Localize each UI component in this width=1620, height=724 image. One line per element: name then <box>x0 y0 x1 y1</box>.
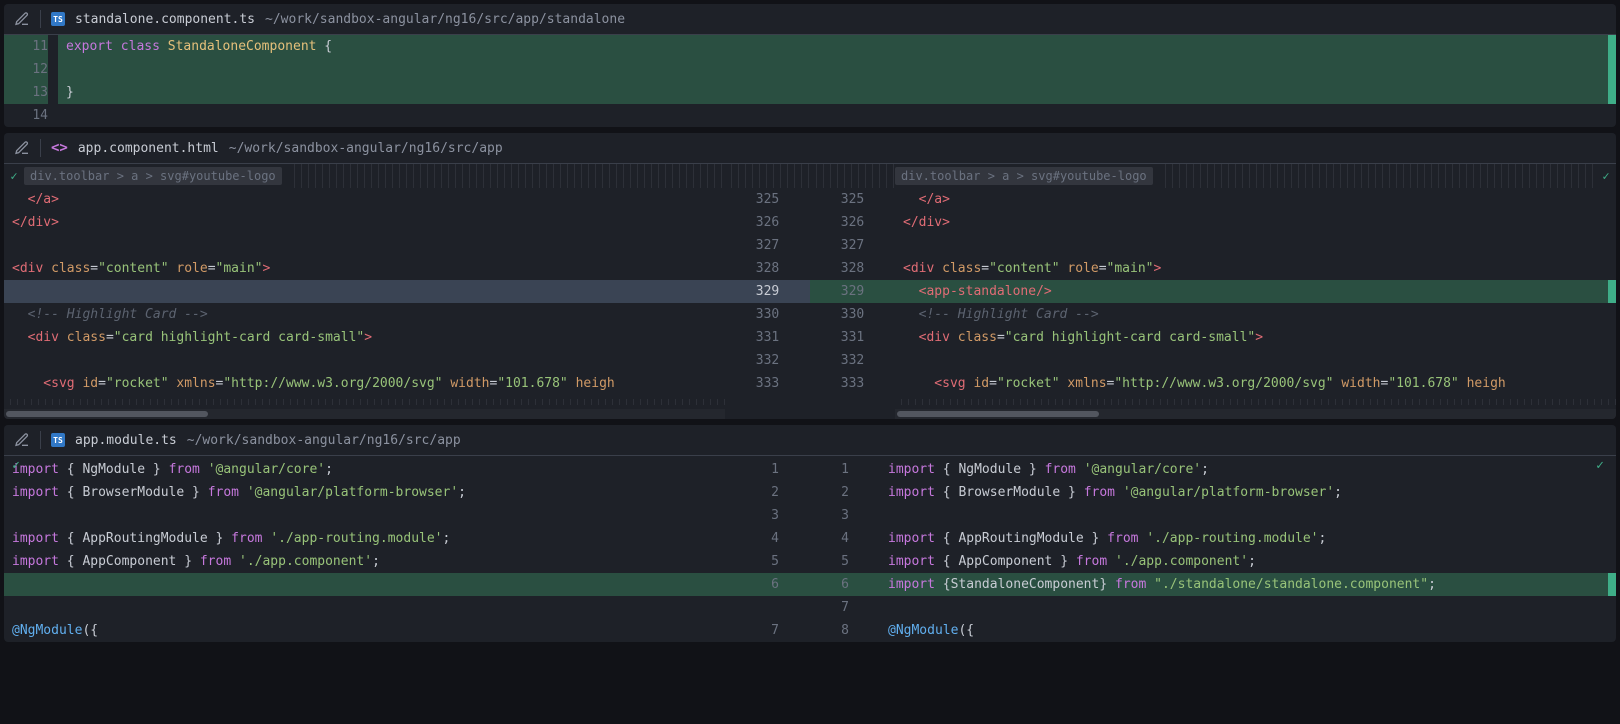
breadcrumb[interactable]: div.toolbar > a > svg#youtube-logo <box>24 167 282 185</box>
fold-indicator <box>288 164 725 188</box>
pencil-icon[interactable] <box>14 432 30 448</box>
diff-left: ✓ div.toolbar > a > svg#youtube-logo </a… <box>4 164 725 419</box>
diff-marker <box>1608 280 1616 303</box>
diff-marker <box>1608 573 1616 596</box>
file-path: ~/work/sandbox-angular/ng16/src/app <box>187 433 461 448</box>
fold-indicator <box>895 399 1616 405</box>
code-editor[interactable]: 11 12 13 14 export class StandaloneCompo… <box>4 35 1616 127</box>
diff-view[interactable]: ✓ div.toolbar > a > svg#youtube-logo </a… <box>4 164 1616 419</box>
check-icon: ✓ <box>4 169 24 183</box>
file-header: <> app.component.html ~/work/sandbox-ang… <box>4 133 1616 164</box>
check-icon: ✓ <box>1596 169 1616 183</box>
editor-pane-app-module: TS app.module.ts ~/work/sandbox-angular/… <box>4 425 1616 642</box>
editor-pane-app-html: <> app.component.html ~/work/sandbox-ang… <box>4 133 1616 419</box>
check-icon: ✓ <box>6 458 26 473</box>
check-icon: ✓ <box>1590 458 1610 473</box>
file-name[interactable]: app.module.ts <box>75 433 177 448</box>
fold-indicator <box>4 399 725 405</box>
typescript-file-icon: TS <box>51 12 65 26</box>
horizontal-scrollbar[interactable] <box>4 409 725 419</box>
file-path: ~/work/sandbox-angular/ng16/src/app/stan… <box>265 12 625 27</box>
file-header: TS standalone.component.ts ~/work/sandbo… <box>4 4 1616 35</box>
diff-right: div.toolbar > a > svg#youtube-logo ✓ </a… <box>895 164 1616 419</box>
editor-pane-standalone: TS standalone.component.ts ~/work/sandbo… <box>4 4 1616 127</box>
pencil-icon[interactable] <box>14 140 30 156</box>
horizontal-scrollbar[interactable] <box>895 409 1616 419</box>
pencil-icon[interactable] <box>14 11 30 27</box>
typescript-file-icon: TS <box>51 433 65 447</box>
file-header: TS app.module.ts ~/work/sandbox-angular/… <box>4 425 1616 456</box>
line-gutter: 11 12 13 14 <box>4 35 58 127</box>
diff-line-numbers: 1 2 3 4 5 6 7 1 2 3 4 5 6 7 <box>740 456 880 642</box>
diff-line-numbers: 325 326 327 328 329 330 331 332 333 325 … <box>725 164 895 419</box>
diff-left: ✓ import { NgModule } from '@angular/cor… <box>4 456 740 642</box>
fold-indicator <box>1159 164 1596 188</box>
diff-marker <box>1608 35 1616 104</box>
file-name[interactable]: standalone.component.ts <box>75 12 255 27</box>
diff-view[interactable]: ✓ import { NgModule } from '@angular/cor… <box>4 456 1616 642</box>
file-path: ~/work/sandbox-angular/ng16/src/app <box>229 141 503 156</box>
html-file-icon: <> <box>51 140 68 156</box>
diff-right: ✓ import { NgModule } from '@angular/cor… <box>880 456 1616 642</box>
breadcrumb[interactable]: div.toolbar > a > svg#youtube-logo <box>895 167 1153 185</box>
file-name[interactable]: app.component.html <box>78 141 219 156</box>
